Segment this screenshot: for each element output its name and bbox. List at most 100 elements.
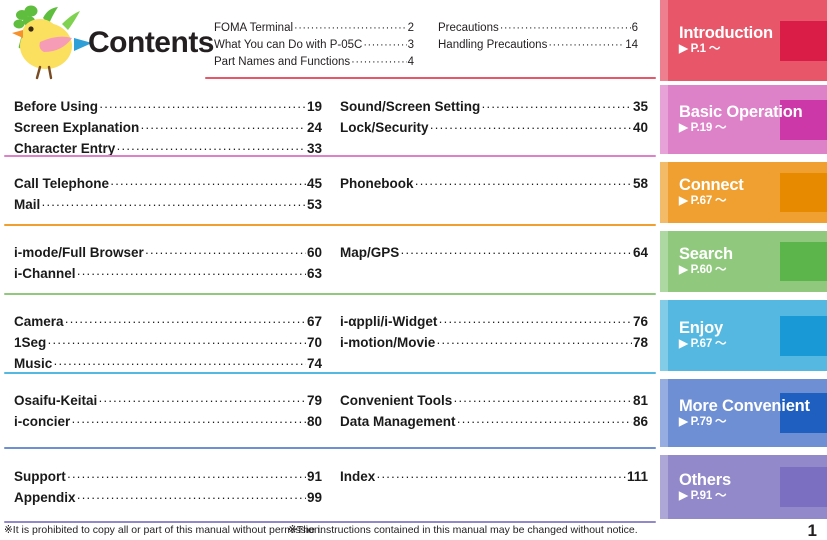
toc-entry-label: What You can Do with P-05C	[214, 39, 363, 51]
copyright-note: ※It is prohibited to copy all or part of…	[4, 524, 323, 536]
toc-entry[interactable]: i-αppli/i-Widget ························…	[340, 314, 648, 335]
toc-entry-label: i-mode/Full Browser	[14, 245, 144, 260]
toc-entry-label: Music	[14, 356, 53, 371]
toc-entry[interactable]: Convenient Tools ························…	[340, 393, 648, 414]
section-left-column: Call Telephone ··························…	[14, 176, 322, 218]
toc-entry[interactable]: Character Entry ·························…	[14, 141, 322, 162]
tab-page-reference: ▶ P.1 ～	[679, 43, 721, 56]
toc-entry[interactable]: Osaifu-Keitai ···························…	[14, 393, 322, 414]
toc-leader-dots: ········································…	[436, 335, 632, 350]
section-row-introduction: FOMA Terminal ···························…	[0, 0, 827, 85]
toc-entry-page: 78	[632, 335, 648, 350]
toc-entry-page: 45	[306, 176, 322, 191]
toc-leader-dots: ········································…	[548, 39, 624, 51]
section-entries: Call Telephone ··························…	[0, 162, 660, 227]
toc-entry[interactable]: Part Names and Functions················…	[214, 56, 414, 73]
section-entries: Support ·································…	[0, 455, 660, 523]
toc-entry-page: 63	[306, 266, 322, 281]
toc-entry[interactable]: What You can Do with P-05C··············…	[214, 39, 414, 56]
toc-entry[interactable]: Data Management ·························…	[340, 414, 648, 435]
toc-leader-dots: ········································…	[47, 335, 306, 350]
tab-color-swatch	[780, 242, 827, 281]
toc-entry[interactable]: 1Seg ····································…	[14, 335, 322, 356]
toc-leader-dots: ········································…	[53, 356, 306, 371]
toc-entry[interactable]: Appendix ································…	[14, 490, 322, 511]
toc-entry-label: Sound/Screen Setting	[340, 99, 481, 114]
toc-entry-page: 91	[306, 469, 322, 484]
section-row-basic-operation: Before Using ····························…	[0, 85, 827, 158]
toc-entry-page: 3	[407, 39, 414, 51]
tab-edge-stripe	[660, 162, 668, 223]
toc-entry[interactable]: Handling Precautions····················…	[438, 39, 638, 56]
toc-entry[interactable]: Map/GPS ·································…	[340, 245, 648, 266]
section-row-search: i-mode/Full Browser ·····················…	[0, 231, 827, 296]
toc-leader-dots: ········································…	[116, 141, 306, 156]
toc-entry-page: 19	[306, 99, 322, 114]
section-row-connect: Call Telephone ··························…	[0, 162, 827, 227]
toc-entry[interactable]: Call Telephone ··························…	[14, 176, 322, 197]
toc-entry-label: Data Management	[340, 414, 456, 429]
toc-entry[interactable]: Camera ··································…	[14, 314, 322, 335]
toc-entry[interactable]: i-concier ·······························…	[14, 414, 322, 435]
toc-entry-label: Handling Precautions	[438, 39, 548, 51]
section-tab-enjoy[interactable]: Enjoy ▶ P.67 ～	[660, 300, 827, 371]
section-tab-connect[interactable]: Connect ▶ P.67 ～	[660, 162, 827, 223]
section-tab-others[interactable]: Others ▶ P.91 ～	[660, 455, 827, 519]
section-left-column: Before Using ····························…	[14, 99, 322, 162]
toc-leader-dots: ········································…	[66, 469, 306, 484]
toc-entry-label: Appendix	[14, 490, 76, 505]
toc-entry-page: 53	[306, 197, 322, 212]
section-tab-basic-operation[interactable]: Basic Operation ▶ P.19 ～	[660, 85, 827, 154]
tab-page-reference: ▶ P.60 ～	[679, 264, 727, 277]
section-entries: i-mode/Full Browser ·····················…	[0, 231, 660, 296]
section-tab-search[interactable]: Search ▶ P.60 ～	[660, 231, 827, 292]
toc-entry-page: 2	[407, 22, 414, 34]
toc-entry-label: i-concier	[14, 414, 71, 429]
section-right-column: Map/GPS ·································…	[340, 245, 648, 266]
toc-entry[interactable]: i-motion/Movie ··························…	[340, 335, 648, 356]
section-right-column: Index ···································…	[340, 469, 648, 490]
toc-entry-label: Phonebook	[340, 176, 414, 191]
toc-entry-page: 99	[306, 490, 322, 505]
toc-leader-dots: ········································…	[351, 56, 406, 68]
toc-entry[interactable]: Sound/Screen Setting ····················…	[340, 99, 648, 120]
tab-color-swatch	[780, 21, 827, 61]
section-tab-introduction[interactable]: Introduction ▶ P.1 ～	[660, 0, 827, 81]
toc-entry[interactable]: Music ···································…	[14, 356, 322, 377]
tab-page-reference: ▶ P.91 ～	[679, 490, 727, 503]
toc-entry-label: Mail	[14, 197, 41, 212]
toc-entry-page: 24	[306, 120, 322, 135]
tab-color-swatch	[780, 316, 827, 356]
toc-entry[interactable]: Lock/Security ···························…	[340, 120, 648, 141]
tab-text-group: More Convenient ▶ P.79 ～	[679, 397, 810, 429]
toc-entry[interactable]: Support ·································…	[14, 469, 322, 490]
toc-entry[interactable]: Phonebook ·······························…	[340, 176, 648, 197]
toc-entry[interactable]: Mail ····································…	[14, 197, 322, 218]
toc-entry[interactable]: i-mode/Full Browser ·····················…	[14, 245, 322, 266]
tab-text-group: Search ▶ P.60 ～	[679, 245, 733, 277]
tab-label: Search	[679, 245, 733, 263]
tab-edge-stripe	[660, 379, 668, 447]
toc-entry[interactable]: Before Using ····························…	[14, 99, 322, 120]
toc-entry-page: 33	[306, 141, 322, 156]
toc-entry[interactable]: Index ···································…	[340, 469, 648, 490]
toc-leader-dots: ········································…	[453, 393, 632, 408]
section-tab-more-convenient[interactable]: More Convenient ▶ P.79 ～	[660, 379, 827, 447]
tab-label: More Convenient	[679, 397, 810, 415]
toc-entry-label: Before Using	[14, 99, 99, 114]
toc-leader-dots: ········································…	[456, 414, 632, 429]
toc-entry-page: 60	[306, 245, 322, 260]
toc-entry-label: Support	[14, 469, 66, 484]
toc-entry-label: i-Channel	[14, 266, 76, 281]
tab-edge-stripe	[660, 455, 668, 519]
changes-note: ※The instructions contained in this manu…	[288, 524, 638, 536]
section-row-others: Support ·································…	[0, 455, 827, 523]
toc-entry[interactable]: i-Channel ·······························…	[14, 266, 322, 287]
tab-edge-stripe	[660, 85, 668, 154]
toc-entry-page: 86	[632, 414, 648, 429]
toc-entry-page: 6	[631, 22, 638, 34]
toc-entry[interactable]: Screen Explanation ······················…	[14, 120, 322, 141]
tab-text-group: Enjoy ▶ P.67 ～	[679, 319, 727, 351]
toc-entry[interactable]: FOMA Terminal ···························…	[214, 22, 414, 39]
toc-entry[interactable]: Precautions ·····························…	[438, 22, 638, 39]
